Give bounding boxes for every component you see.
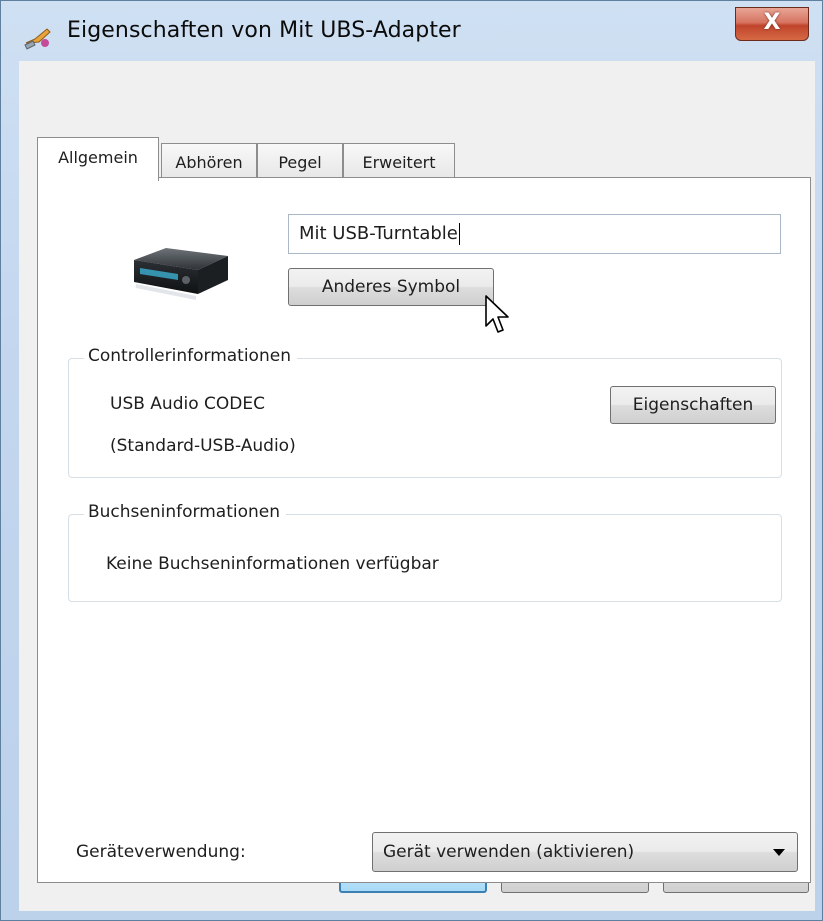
tab-erweitert[interactable]: Erweitert (343, 143, 455, 180)
speaker-properties-icon (24, 28, 51, 50)
device-name-input[interactable]: Mit USB-Turntable (288, 214, 781, 254)
device-usage-label: Geräteverwendung: (76, 842, 246, 862)
close-button[interactable]: X (735, 7, 809, 41)
close-icon: X (763, 10, 781, 35)
tab-panel-allgemein: Mit USB-Turntable Anderes Symbol Control… (37, 177, 811, 883)
dialog-window: Eigenschaften von Mit UBS-Adapter X Allg… (0, 0, 823, 921)
mouse-cursor-icon (485, 295, 509, 333)
controller-driver: (Standard-USB-Audio) (110, 436, 296, 456)
tab-abhoeren[interactable]: Abhören (161, 143, 257, 180)
dialog-client-area: Allgemein Abhören Pegel Erweitert Mit US… (19, 61, 815, 911)
chevron-down-icon (773, 849, 785, 856)
text-caret (458, 223, 460, 245)
controller-name: USB Audio CODEC (110, 394, 265, 414)
controller-info-legend: Controllerinformationen (84, 346, 297, 366)
audio-device-icon (134, 248, 228, 300)
tab-allgemein[interactable]: Allgemein (37, 137, 159, 181)
change-icon-button[interactable]: Anderes Symbol (288, 268, 494, 306)
jack-info-legend: Buchseninformationen (84, 502, 286, 522)
device-usage-select[interactable]: Gerät verwenden (aktivieren) (372, 832, 798, 872)
controller-properties-button[interactable]: Eigenschaften (610, 386, 776, 424)
jack-info-text: Keine Buchseninformationen verfügbar (106, 554, 439, 574)
window-title: Eigenschaften von Mit UBS-Adapter (67, 18, 461, 43)
title-bar[interactable]: Eigenschaften von Mit UBS-Adapter X (1, 1, 822, 61)
tab-pegel[interactable]: Pegel (257, 143, 343, 180)
device-usage-selected: Gerät verwenden (aktivieren) (383, 842, 635, 862)
device-name-value: Mit USB-Turntable (299, 223, 458, 244)
